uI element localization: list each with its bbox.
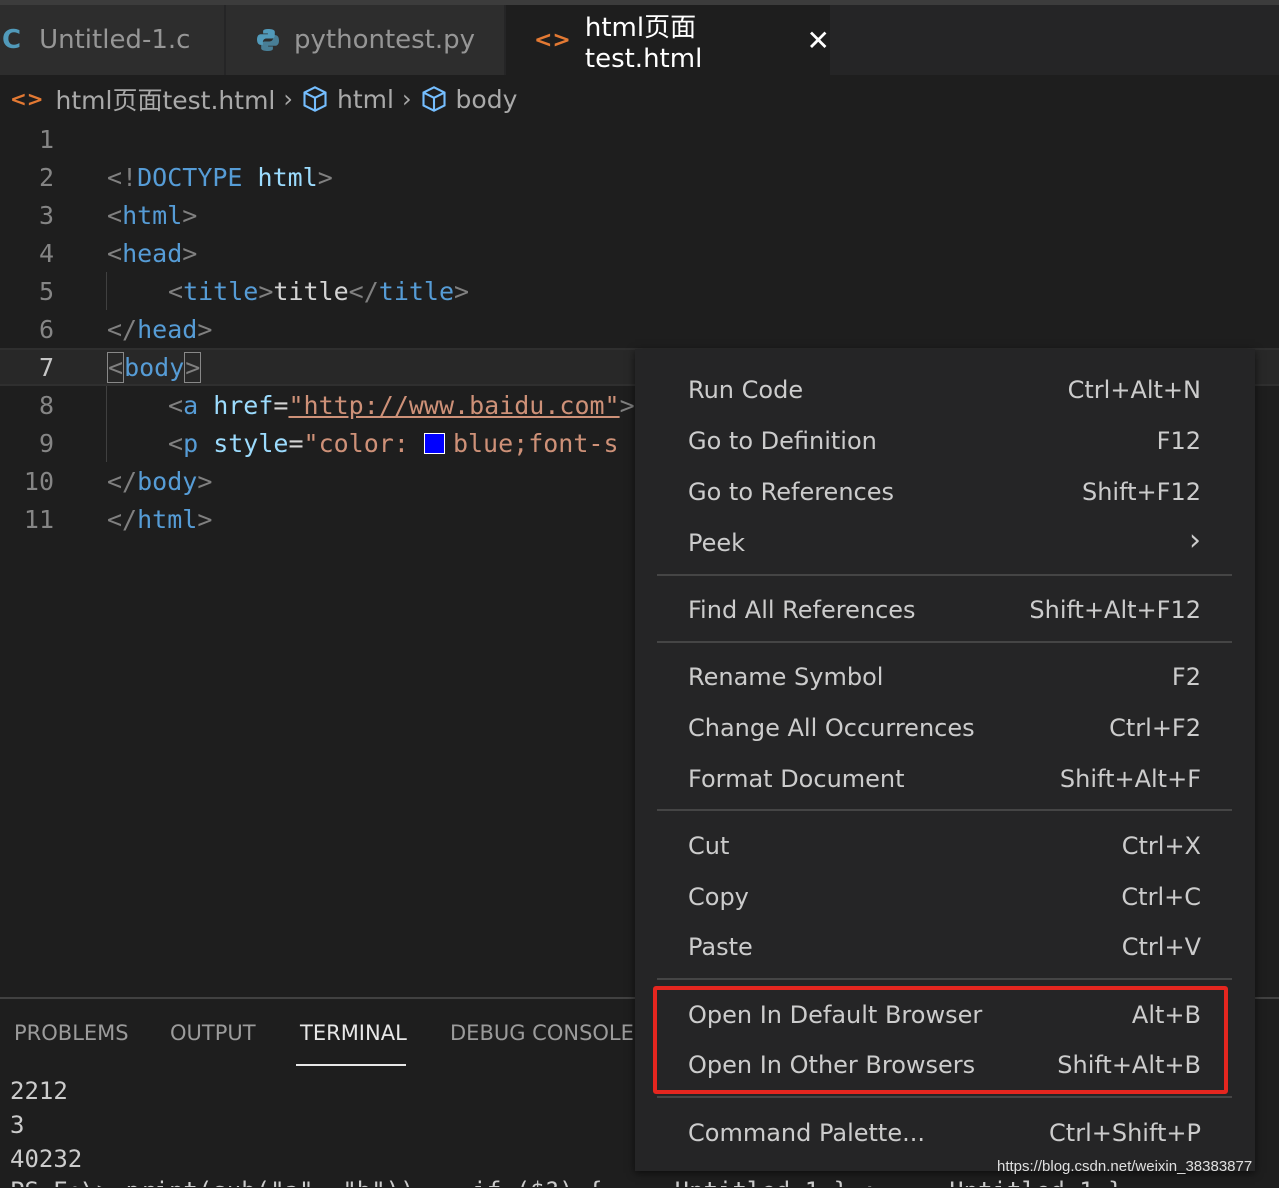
editor-tab-bar: C Untitled-1.c pythontest.py <> html页面te… — [0, 5, 1279, 75]
tab-terminal[interactable]: TERMINAL — [300, 1021, 407, 1045]
code-line: 6 </head> — [0, 310, 1279, 348]
breadcrumb: <> html页面test.html › html › body — [10, 80, 517, 118]
color-swatch[interactable] — [423, 432, 445, 454]
close-icon[interactable]: ✕ — [807, 24, 830, 57]
code-line: 1 — [0, 120, 1279, 158]
cube-icon — [421, 86, 446, 112]
line-number: 7 — [38, 352, 54, 382]
line-number: 8 — [38, 390, 54, 420]
menu-item-command-palette[interactable]: Command Palette... Ctrl+Shift+P — [688, 1119, 1201, 1147]
code-text: </body> — [107, 466, 213, 496]
chevron-right-icon: › — [1189, 523, 1201, 558]
code-text: <title>title</title> — [168, 276, 470, 306]
chevron-right-icon: › — [283, 85, 293, 113]
line-number: 2 — [38, 162, 54, 192]
menu-item-go-to-references[interactable]: Go to References Shift+F12 — [688, 478, 1201, 506]
breadcrumb-html[interactable]: html — [337, 85, 394, 114]
menu-item-cut[interactable]: Cut Ctrl+X — [688, 832, 1201, 860]
highlight-annotation — [653, 986, 1228, 1094]
line-number: 11 — [23, 504, 54, 534]
tab-label: pythontest.py — [294, 25, 476, 55]
code-line: 4 <head> — [0, 234, 1279, 272]
chevron-right-icon: › — [401, 85, 412, 113]
menu-separator — [657, 1096, 1232, 1098]
terminal-line: 2212 — [10, 1077, 68, 1105]
tab-debug-console[interactable]: DEBUG CONSOLE — [450, 1021, 634, 1045]
bracket-match: < — [107, 351, 125, 383]
code-text: <head> — [107, 238, 198, 268]
menu-separator — [657, 641, 1232, 643]
code-line: 2 <!DOCTYPE html> — [0, 158, 1279, 196]
terminal-line: 3 — [10, 1111, 25, 1139]
c-file-icon: C — [2, 25, 22, 55]
active-tab-indicator — [296, 1064, 406, 1066]
line-number: 5 — [38, 276, 54, 306]
line-number: 6 — [38, 314, 54, 344]
menu-item-peek[interactable]: Run CodePeek› — [688, 523, 1201, 558]
watermark: https://blog.csdn.net/weixin_38383877 — [997, 1158, 1253, 1175]
code-text: <!DOCTYPE html> — [107, 162, 333, 192]
code-text: </html> — [107, 504, 213, 534]
code-line: 3 <html> — [0, 196, 1279, 234]
line-number: 10 — [23, 466, 54, 496]
breadcrumb-body[interactable]: body — [456, 85, 518, 114]
menu-item-format-document[interactable]: Format Document Shift+Alt+F — [688, 765, 1201, 793]
terminal-line: 40232 — [10, 1145, 83, 1173]
menu-separator — [657, 978, 1232, 980]
code-line: 5 <title>title</title> — [0, 272, 1279, 310]
tab-label: html页面test.html — [584, 12, 703, 74]
line-number: 9 — [38, 428, 54, 458]
tab-untitled-1-c[interactable]: C Untitled-1.c — [0, 5, 224, 75]
menu-separator — [657, 809, 1232, 811]
menu-item-change-all-occurrences[interactable]: Change All Occurrences Ctrl+F2 — [688, 714, 1201, 742]
html-file-icon: <> — [534, 27, 571, 53]
code-text: <html> — [107, 200, 198, 230]
menu-item-run-code[interactable]: Run Code Ctrl+Alt+N — [688, 376, 1201, 404]
tab-output[interactable]: OUTPUT — [170, 1021, 256, 1045]
breadcrumb-file[interactable]: html页面test.html — [56, 81, 276, 117]
line-number: 3 — [38, 200, 54, 230]
menu-item-go-to-definition[interactable]: Go to Definition F12 — [688, 427, 1201, 455]
menu-item-rename-symbol[interactable]: Rename Symbol F2 — [688, 663, 1201, 691]
code-text: <a href="http://www.baidu.com"> — [168, 390, 635, 420]
menu-item-paste[interactable]: Paste Ctrl+V — [688, 933, 1201, 961]
menu-separator — [657, 574, 1232, 576]
line-number: 1 — [38, 124, 54, 154]
python-file-icon — [256, 28, 280, 52]
tab-problems[interactable]: PROBLEMS — [14, 1021, 129, 1045]
tab-pythontest-py[interactable]: pythontest.py — [226, 5, 504, 75]
tab-html-test[interactable]: <> html页面test.html ✕ — [506, 5, 830, 75]
html-file-icon: <> — [10, 87, 44, 111]
menu-item-copy[interactable]: Copy Ctrl+C — [688, 883, 1201, 911]
context-menu: Run Code Ctrl+Alt+N Go to Definition F12 G… — [635, 349, 1255, 1171]
tab-label: Untitled-1.c — [39, 25, 191, 55]
cube-icon — [303, 86, 327, 112]
bracket-match: > — [184, 351, 202, 383]
menu-item-find-all-references[interactable]: Find All References Shift+Alt+F12 — [688, 596, 1201, 624]
code-text: <p style="color: blue;font-s — [168, 428, 619, 458]
line-number: 4 — [38, 238, 54, 268]
code-text: <body> — [107, 351, 202, 383]
code-text: </head> — [107, 314, 213, 344]
